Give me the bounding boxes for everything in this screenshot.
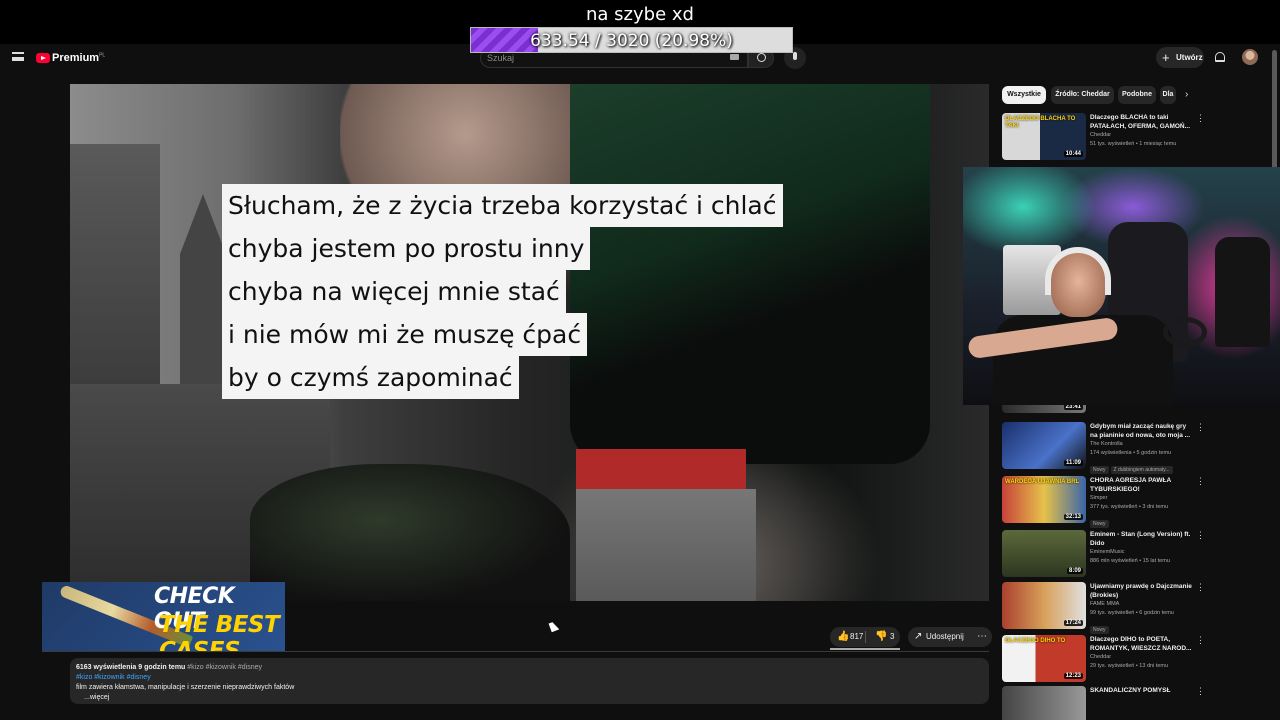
lyric-line: Słucham, że z życia trzeba korzystać i c… bbox=[222, 184, 783, 227]
chip-all[interactable]: Wszystkie bbox=[1002, 86, 1046, 104]
plus-icon: + bbox=[1162, 50, 1170, 65]
kebab-menu-icon[interactable]: ⋮ bbox=[1196, 686, 1205, 697]
kebab-menu-icon[interactable]: ⋮ bbox=[1196, 582, 1205, 593]
like-indicator bbox=[830, 648, 900, 650]
thumbs-up-icon: 👍 bbox=[837, 631, 850, 642]
thumbnail-text: DLACZEGO DIHO TO bbox=[1005, 638, 1066, 644]
duration-badge: 11:09 bbox=[1063, 460, 1083, 466]
video-title[interactable]: Dlaczego BLACHA to taki PATAŁACH, OFERMA… bbox=[1090, 113, 1192, 131]
keyboard-icon[interactable] bbox=[730, 54, 739, 60]
channel-name[interactable]: The Kontrolla bbox=[1090, 440, 1192, 449]
description-text: film zawiera kłamstwa, manipulacje i sze… bbox=[76, 684, 295, 691]
chip-for-you[interactable]: Dla bbox=[1160, 86, 1176, 104]
divider bbox=[42, 651, 989, 652]
scrollbar[interactable] bbox=[1272, 50, 1277, 170]
video-title[interactable]: SKANDALICZNY POMYSŁ bbox=[1090, 686, 1192, 695]
youtube-logo-icon[interactable] bbox=[36, 53, 50, 63]
hamburger-menu-icon[interactable] bbox=[12, 52, 24, 61]
channel-name[interactable]: FAME MMA bbox=[1090, 600, 1192, 609]
like-button[interactable]: 👍 817 👎 3 bbox=[830, 627, 900, 647]
brand-label[interactable]: PremiumPL bbox=[52, 52, 105, 64]
channel-name[interactable]: Cheddar bbox=[1090, 131, 1192, 140]
kebab-menu-icon[interactable]: ⋮ bbox=[1196, 113, 1205, 124]
video-badge: Z dubbingiem automaty... bbox=[1110, 466, 1173, 474]
kebab-menu-icon[interactable]: ⋮ bbox=[1196, 422, 1205, 433]
ad-line-2: THE BEST CASES bbox=[159, 612, 280, 651]
video-thumbnail[interactable]: 8:09 bbox=[1002, 530, 1086, 577]
video-meta: 886 mln wyświetleń • 15 lat temu bbox=[1090, 558, 1170, 564]
video-scene bbox=[70, 144, 160, 404]
video-meta: 99 tys. wyświetleń • 6 godzin temu bbox=[1090, 610, 1174, 616]
duration-badge: 10:44 bbox=[1063, 151, 1083, 157]
video-player[interactable]: Słucham, że z życia trzeba korzystać i c… bbox=[70, 84, 989, 601]
video-meta: 174 wyświetlenia • 5 godzin temu bbox=[1090, 450, 1172, 456]
lyric-line: chyba jestem po prostu inny bbox=[222, 227, 591, 270]
video-thumbnail[interactable]: DLACZEGO DIHO TO 12:23 bbox=[1002, 635, 1086, 682]
lyrics-caption: Słucham, że z życia trzeba korzystać i c… bbox=[222, 184, 783, 399]
recommended-video[interactable]: SKANDALICZNY POMYSŁ ⋮ bbox=[1002, 686, 1272, 720]
video-title[interactable]: Gdybym miał zacząć naukę gry na pianinie… bbox=[1090, 422, 1192, 440]
channel-name[interactable]: Simper bbox=[1090, 494, 1192, 503]
video-meta: 29 tys. wyświetleń • 13 dni temu bbox=[1090, 663, 1169, 669]
stream-title: na szybe xd bbox=[586, 4, 694, 25]
share-icon: ↗ bbox=[914, 631, 923, 642]
recommended-video[interactable]: 11:09 Gdybym miał zacząć naukę gry na pia… bbox=[1002, 422, 1272, 474]
video-meta: 51 tys. wyświetleń • 1 miesiąc temu bbox=[1090, 141, 1177, 147]
video-thumbnail[interactable]: 11:09 bbox=[1002, 422, 1086, 469]
lyric-line: by o czymś zapominać bbox=[222, 356, 519, 399]
duration-badge: 12:23 bbox=[1063, 673, 1083, 679]
duration-badge: 17:24 bbox=[1063, 620, 1083, 626]
video-badge: Nowy bbox=[1090, 520, 1109, 528]
kebab-menu-icon[interactable]: ⋮ bbox=[1196, 635, 1205, 646]
view-count: 6163 wyświetlenia 9 godzin temu bbox=[76, 664, 186, 671]
stream-page: na szybe xd 633.54 / 3020 (20.98%) Premi… bbox=[0, 0, 1280, 720]
video-meta: 377 tys. wyświetleń • 3 dni temu bbox=[1090, 504, 1169, 510]
avatar[interactable] bbox=[1242, 49, 1258, 65]
duration-badge: 8:09 bbox=[1066, 568, 1083, 574]
duration-badge: 32:13 bbox=[1063, 514, 1083, 520]
hashtags[interactable]: #kizo #kizownik #disney bbox=[76, 673, 983, 683]
video-thumbnail[interactable]: 17:24 bbox=[1002, 582, 1086, 629]
video-description[interactable]: 6163 wyświetlenia 9 godzin temu #kizo #k… bbox=[70, 658, 989, 704]
video-thumbnail[interactable] bbox=[1002, 686, 1086, 720]
thumbnail-text: DLACZEGO BLACHA TO TAKI bbox=[1005, 116, 1076, 129]
kebab-menu-icon[interactable]: ⋮ bbox=[1196, 476, 1205, 487]
chip-similar[interactable]: Podobne bbox=[1118, 86, 1156, 104]
thumbnail-text: WARDEGA UJAWNIA BRL bbox=[1005, 479, 1080, 485]
video-title[interactable]: CHORA AGRESJA PAWŁA TYBURSKIEGO! bbox=[1090, 476, 1192, 494]
thumbs-down-icon[interactable]: 👎 bbox=[875, 627, 887, 647]
video-badge: Nowy bbox=[1090, 466, 1109, 474]
inline-tags: #kizo #kizownik #disney bbox=[187, 664, 262, 671]
chip-source-cheddar[interactable]: Źródło: Cheddar bbox=[1051, 86, 1114, 104]
dislike-count: 3 bbox=[890, 632, 895, 641]
sponsor-ad-banner[interactable]: CHECK OUT THE BEST CASES bbox=[42, 582, 285, 651]
notifications-bell-icon[interactable] bbox=[1215, 52, 1225, 62]
channel-name[interactable]: EminemMusic bbox=[1090, 548, 1192, 557]
channel-name[interactable]: Cheddar bbox=[1090, 653, 1192, 662]
more-actions-button[interactable]: ⋯ bbox=[972, 627, 992, 647]
video-badge: Nowy bbox=[1090, 626, 1109, 634]
create-button[interactable]: + Utwórz bbox=[1156, 47, 1204, 68]
recommended-video[interactable]: 8:09 Eminem - Stan (Long Version) ft. Did… bbox=[1002, 530, 1272, 578]
video-title[interactable]: Eminem - Stan (Long Version) ft. Dido bbox=[1090, 530, 1192, 548]
recommended-video[interactable]: WARDEGA UJAWNIA BRL 32:13 CHORA AGRESJA PA… bbox=[1002, 476, 1272, 528]
video-title[interactable]: Dlaczego DIHO to POETA, ROMANTYK, WIESZC… bbox=[1090, 635, 1192, 653]
streamer-webcam bbox=[963, 167, 1280, 405]
recommended-video[interactable]: 17:24 Ujawniamy prawdę o Dajczmanie (Brok… bbox=[1002, 582, 1272, 634]
donation-progress-bar: 633.54 / 3020 (20.98%) bbox=[470, 27, 793, 53]
like-count: 817 bbox=[850, 632, 864, 641]
progress-text: 633.54 / 3020 (20.98%) bbox=[530, 31, 733, 51]
recommended-video[interactable]: DLACZEGO BLACHA TO TAKI 10:44 Dlaczego BLA… bbox=[1002, 113, 1272, 161]
recommended-video[interactable]: DLACZEGO DIHO TO 12:23 Dlaczego DIHO to PO… bbox=[1002, 635, 1272, 683]
mouse-cursor-icon bbox=[548, 620, 560, 633]
lyric-line: chyba na więcej mnie stać bbox=[222, 270, 566, 313]
video-thumbnail[interactable]: WARDEGA UJAWNIA BRL 32:13 bbox=[1002, 476, 1086, 523]
lyric-line: i nie mów mi że muszę ćpać bbox=[222, 313, 588, 356]
kebab-menu-icon[interactable]: ⋮ bbox=[1196, 530, 1205, 541]
video-title[interactable]: Ujawniamy prawdę o Dajczmanie (Brokies) bbox=[1090, 582, 1192, 600]
show-more-link[interactable]: ...więcej bbox=[76, 693, 983, 703]
chevron-right-icon[interactable]: › bbox=[1185, 89, 1188, 100]
video-thumbnail[interactable]: DLACZEGO BLACHA TO TAKI 10:44 bbox=[1002, 113, 1086, 160]
